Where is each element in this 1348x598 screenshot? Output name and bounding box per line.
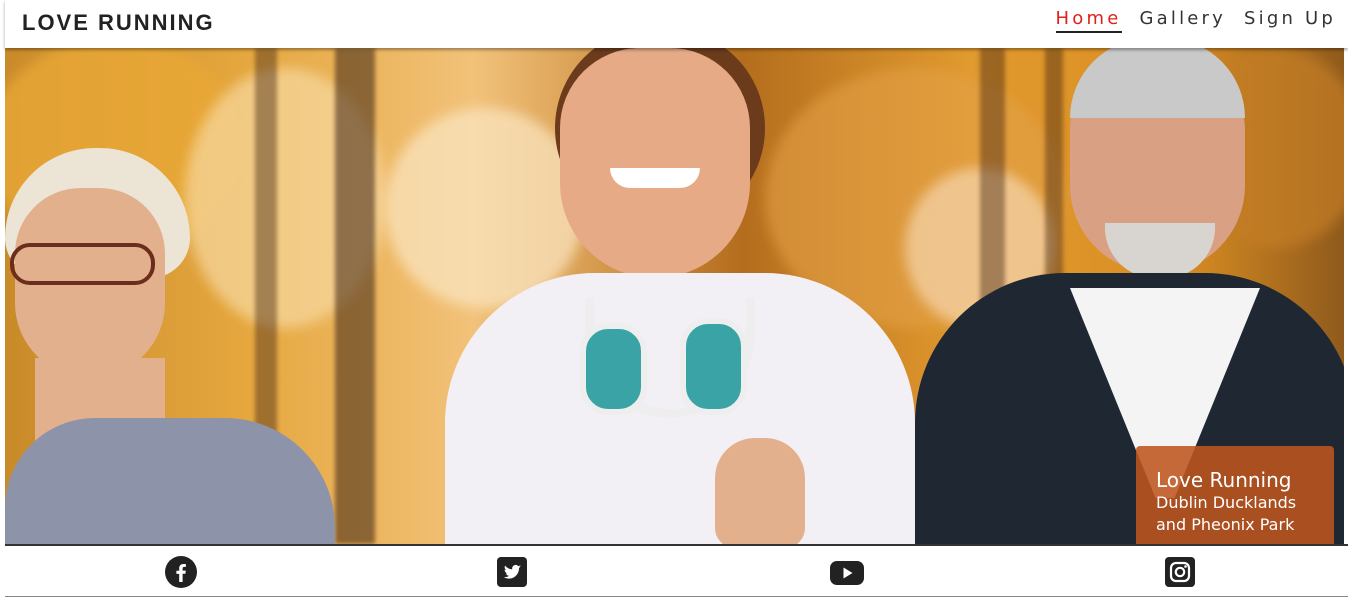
nav-home[interactable]: Home [1055,8,1122,33]
caption-line-2: and Pheonix Park [1156,515,1295,534]
runner-center [435,48,955,544]
site-brand[interactable]: LOVE RUNNING [22,10,215,36]
nav-sign-up[interactable]: Sign Up [1244,8,1336,33]
twitter-icon[interactable] [497,557,527,587]
instagram-icon[interactable] [1165,557,1195,587]
caption-line-1: Dublin Ducklands [1156,493,1297,512]
nav-gallery[interactable]: Gallery [1140,8,1227,33]
caption-title: Love Running [1156,468,1292,492]
hero-image: Love Running Dublin Ducklands and Pheoni… [5,48,1344,544]
site-header: LOVE RUNNING Home Gallery Sign Up [5,0,1348,48]
facebook-icon[interactable] [165,556,197,588]
youtube-icon[interactable] [829,559,865,587]
main-nav: Home Gallery Sign Up [1038,8,1336,33]
site-footer [5,544,1348,597]
runner-left [5,148,335,544]
hero-caption: Love Running Dublin Ducklands and Pheoni… [1136,446,1334,544]
